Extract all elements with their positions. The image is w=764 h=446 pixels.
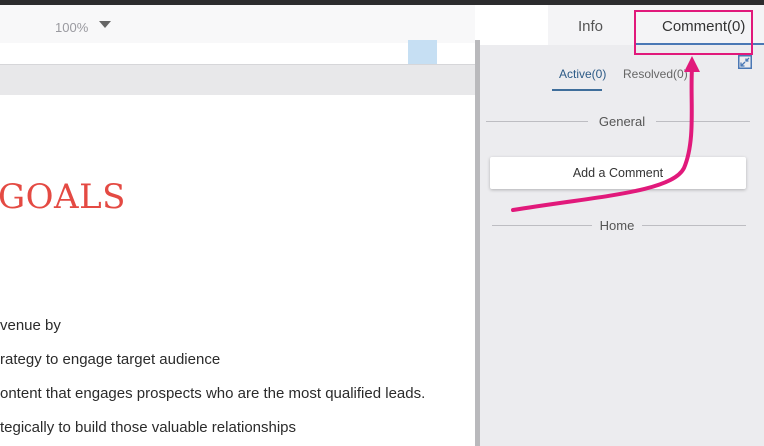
ruler-bar bbox=[0, 64, 475, 96]
document-line: tegically to build those valuable relati… bbox=[0, 419, 297, 436]
selection-marker bbox=[408, 40, 437, 64]
annotation-highlight-box bbox=[634, 10, 753, 55]
section-divider-line bbox=[642, 225, 746, 226]
comment-panel: Active(0) Resolved(0) General Add a Comm… bbox=[480, 45, 764, 446]
tab-resolved-comments[interactable]: Resolved(0) bbox=[623, 67, 688, 81]
chevron-down-icon[interactable] bbox=[99, 21, 111, 28]
document-line: rategy to engage target audience bbox=[0, 351, 221, 368]
add-comment-button[interactable]: Add a Comment bbox=[490, 157, 746, 189]
tab-active-comments[interactable]: Active(0) bbox=[559, 67, 606, 81]
subtab-active-indicator bbox=[552, 89, 602, 91]
document-line: venue by bbox=[0, 317, 61, 334]
document-page[interactable]: GOALS venue by rategy to engage target a… bbox=[0, 95, 475, 446]
document-heading: GOALS bbox=[0, 177, 126, 217]
document-line: ontent that engages prospects who are th… bbox=[0, 385, 426, 402]
document-toolbar: 100% bbox=[0, 5, 475, 43]
tab-info[interactable]: Info bbox=[578, 18, 603, 35]
collapse-icon[interactable] bbox=[738, 55, 752, 69]
zoom-level[interactable]: 100% bbox=[55, 20, 88, 35]
section-divider-line bbox=[656, 121, 750, 122]
